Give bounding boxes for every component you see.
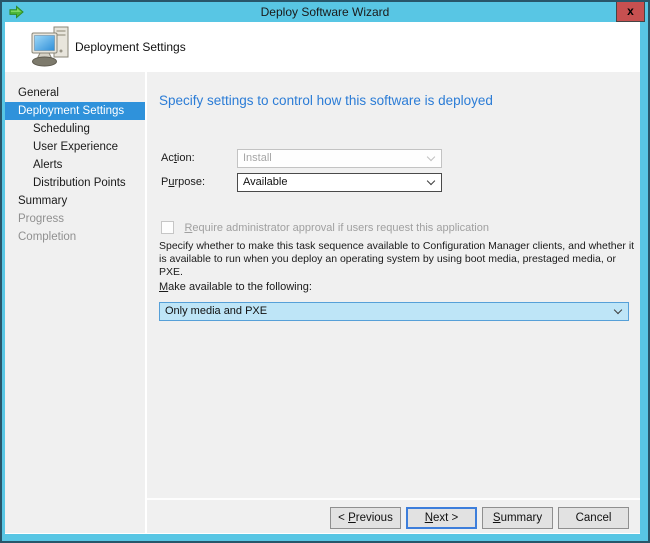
wizard-body: General Deployment Settings Scheduling U… [5, 72, 640, 533]
purpose-select-value: Available [243, 176, 287, 188]
wizard-header: Deployment Settings [5, 22, 640, 72]
wizard-page-content: Specify settings to control how this sof… [147, 72, 640, 533]
sidebar-item-alerts[interactable]: Alerts [5, 156, 145, 174]
chevron-down-icon [427, 177, 435, 185]
make-available-label: Make available to the following: [159, 281, 312, 293]
sidebar-item-scheduling[interactable]: Scheduling [5, 120, 145, 138]
footer-separator [147, 498, 640, 500]
task-sequence-description: Specify whether to make this task sequen… [159, 240, 639, 279]
summary-button[interactable]: Summary [482, 507, 553, 529]
sidebar-item-progress: Progress [5, 210, 145, 228]
sidebar-item-summary[interactable]: Summary [5, 192, 145, 210]
purpose-select[interactable]: Available [237, 173, 442, 192]
previous-button[interactable]: < Previous [330, 507, 401, 529]
make-available-select[interactable]: Only media and PXE [159, 302, 629, 321]
window-title: Deploy Software Wizard [261, 5, 390, 19]
next-button[interactable]: Next > [406, 507, 477, 529]
make-available-select-value: Only media and PXE [165, 305, 267, 317]
action-select: Install [237, 149, 442, 168]
wizard-button-row: < Previous Next > Summary Cancel [330, 507, 629, 529]
titlebar[interactable]: Deploy Software Wizard x [2, 2, 648, 22]
require-approval-row: Require administrator approval if users … [161, 219, 489, 233]
page-heading: Specify settings to control how this sof… [159, 93, 630, 108]
deploy-software-wizard-window: Deploy Software Wizard x [0, 0, 650, 543]
window-client-area: Deployment Settings General Deployment S… [5, 22, 640, 534]
page-title: Deployment Settings [75, 22, 186, 72]
require-approval-checkbox [161, 221, 174, 234]
close-icon: x [627, 4, 634, 18]
sidebar-item-general[interactable]: General [5, 84, 145, 102]
sidebar-item-deployment-settings[interactable]: Deployment Settings [5, 102, 145, 120]
action-select-value: Install [243, 152, 272, 164]
close-button[interactable]: x [616, 2, 645, 22]
sidebar-item-completion: Completion [5, 228, 145, 246]
require-approval-label: Require administrator approval if users … [184, 222, 489, 234]
wizard-nav-sidebar: General Deployment Settings Scheduling U… [5, 72, 145, 533]
chevron-down-icon [427, 153, 435, 161]
computer-icon [30, 26, 72, 68]
chevron-down-icon [614, 306, 622, 314]
wizard-app-icon [9, 5, 24, 19]
sidebar-item-user-experience[interactable]: User Experience [5, 138, 145, 156]
action-label: Action: [161, 152, 195, 164]
sidebar-item-distribution-points[interactable]: Distribution Points [5, 174, 145, 192]
cancel-button[interactable]: Cancel [558, 507, 629, 529]
purpose-label: Purpose: [161, 176, 205, 188]
